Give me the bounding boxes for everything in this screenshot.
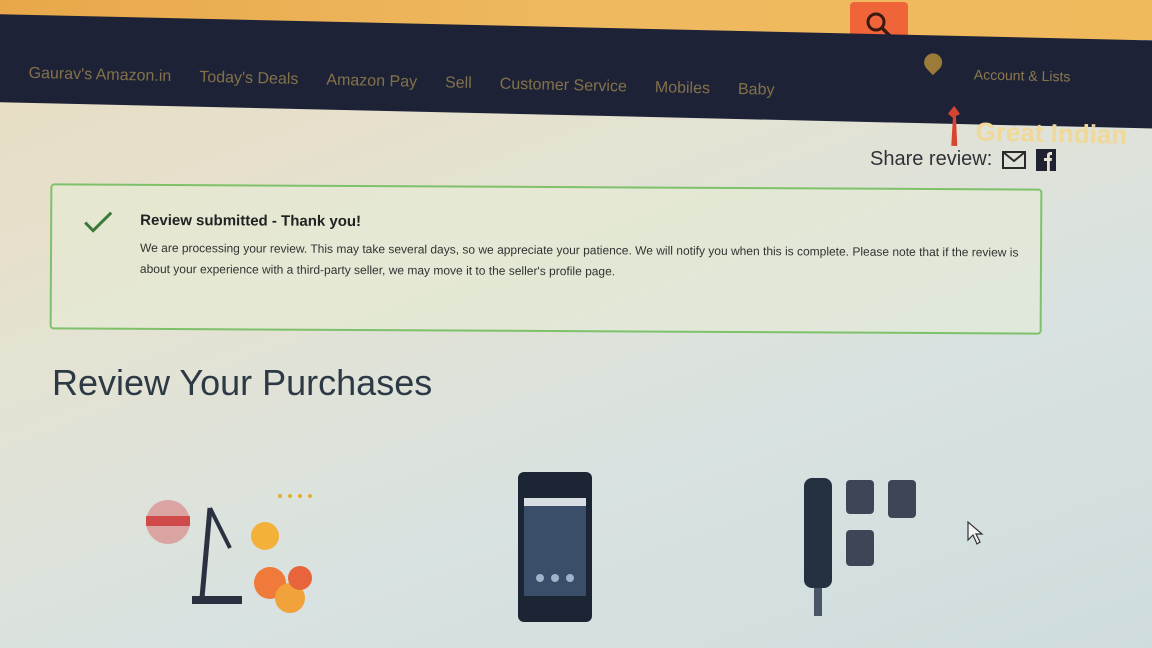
promo-banner-text[interactable]: Great Indian (975, 116, 1127, 150)
nav-link-customer-service[interactable]: Customer Service (500, 76, 628, 97)
review-submitted-alert: Review submitted - Thank you! We are pro… (49, 183, 1043, 335)
smartphone-image[interactable] (510, 468, 600, 628)
share-review-label: Share review: (870, 148, 993, 170)
nav-link-sell[interactable]: Sell (445, 74, 472, 93)
facebook-icon[interactable] (1036, 148, 1057, 171)
nav-link-baby[interactable]: Baby (738, 81, 775, 100)
checkmark-icon (84, 211, 113, 233)
mail-icon[interactable] (1002, 150, 1027, 169)
alert-title: Review submitted - Thank you! (140, 211, 362, 231)
festival-logo-icon (947, 105, 960, 146)
nav-link-todays-deals[interactable]: Today's Deals (199, 69, 298, 89)
account-lists-link[interactable]: Account & Lists (974, 66, 1071, 84)
mouse-cursor-icon (967, 520, 984, 545)
location-pin-icon[interactable] (920, 49, 946, 76)
nav-link-mobiles[interactable]: Mobiles (655, 79, 711, 98)
share-review: Share review: (870, 148, 1057, 171)
page-title: Review Your Purchases (52, 362, 433, 403)
hand-blender-image[interactable] (790, 472, 930, 622)
alert-body: We are processing your review. This may … (139, 240, 1019, 279)
nav-link-amazon-pay[interactable]: Amazon Pay (326, 72, 417, 92)
nav-links: Gaurav's Amazon.in Today's Deals Amazon … (28, 65, 774, 100)
nav-link-my-amazon[interactable]: Gaurav's Amazon.in (28, 65, 171, 86)
citrus-juicer-image[interactable] (130, 478, 330, 638)
